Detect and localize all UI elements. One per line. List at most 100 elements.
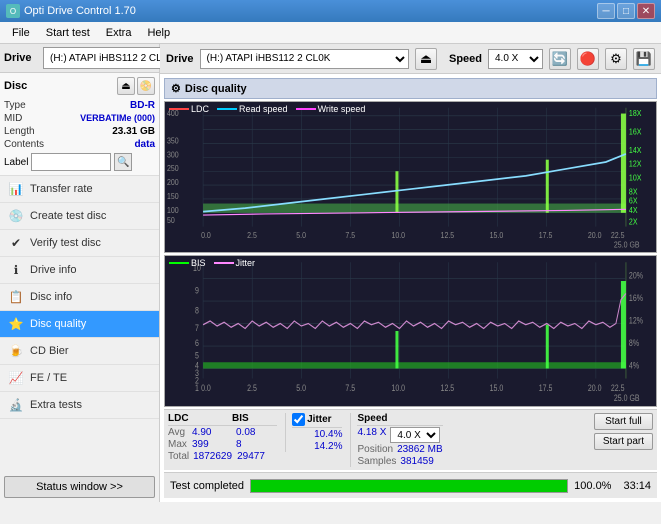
progress-bar xyxy=(250,479,568,493)
start-part-button[interactable]: Start part xyxy=(594,433,653,450)
svg-text:100: 100 xyxy=(167,205,179,215)
svg-text:9: 9 xyxy=(195,286,199,296)
samples-value: 381459 xyxy=(400,456,433,467)
sidebar-label-disc-info: Disc info xyxy=(30,291,72,303)
svg-text:5.0: 5.0 xyxy=(296,383,306,393)
sidebar-label-transfer-rate: Transfer rate xyxy=(30,183,93,195)
svg-text:17.5: 17.5 xyxy=(539,231,553,241)
speed-limit-select[interactable]: 4.0 X xyxy=(390,427,440,443)
menu-extra[interactable]: Extra xyxy=(98,25,140,41)
sidebar-item-disc-quality[interactable]: ⭐ Disc quality xyxy=(0,311,159,338)
svg-text:6: 6 xyxy=(195,338,199,348)
burn-icon[interactable]: 🔴 xyxy=(577,48,599,70)
length-value: 23.31 GB xyxy=(112,126,155,137)
sidebar-menu: 📊 Transfer rate 💿 Create test disc ✔ Ver… xyxy=(0,176,159,472)
svg-text:20.0: 20.0 xyxy=(588,383,602,393)
main-area: Drive (H:) ATAPI iHBS112 2 CL0K ⏏ Speed … xyxy=(160,44,661,502)
disc-info-icon: 📋 xyxy=(8,289,24,305)
sidebar-item-transfer-rate[interactable]: 📊 Transfer rate xyxy=(0,176,159,203)
chart1-legend: LDC Read speed Write speed xyxy=(169,104,365,114)
disc-load-icon[interactable]: 📀 xyxy=(137,77,155,95)
sidebar-label-extra-tests: Extra tests xyxy=(30,399,82,411)
transfer-rate-icon: 📊 xyxy=(8,181,24,197)
eject-button[interactable]: ⏏ xyxy=(415,48,437,70)
sidebar-item-verify-test-disc[interactable]: ✔ Verify test disc xyxy=(0,230,159,257)
jitter-legend: Jitter xyxy=(236,258,256,268)
panel-title: Disc quality xyxy=(185,83,247,95)
svg-text:7: 7 xyxy=(195,323,199,333)
avg-ldc: 4.90 xyxy=(192,427,232,438)
start-full-button[interactable]: Start full xyxy=(594,413,653,430)
verify-test-disc-icon: ✔ xyxy=(8,235,24,251)
stats-speed: Speed 4.18 X 4.0 X Position 23862 MB Sam… xyxy=(350,413,442,467)
svg-text:4X: 4X xyxy=(629,205,638,215)
extra-tests-icon: 🔬 xyxy=(8,397,24,413)
avg-label: Avg xyxy=(168,427,188,438)
maximize-button[interactable]: □ xyxy=(617,3,635,19)
menu-help[interactable]: Help xyxy=(139,25,178,41)
quality-panel: ⚙ Disc quality LDC Read speed xyxy=(160,74,661,502)
speed-refresh-icon[interactable]: 🔄 xyxy=(549,48,571,70)
type-label: Type xyxy=(4,100,26,111)
sidebar-item-disc-info[interactable]: 📋 Disc info xyxy=(0,284,159,311)
label-browse-button[interactable]: 🔍 xyxy=(114,153,132,171)
sidebar-label-disc-quality: Disc quality xyxy=(30,318,86,330)
menu-file[interactable]: File xyxy=(4,25,38,41)
minimize-button[interactable]: ─ xyxy=(597,3,615,19)
avg-speed: 4.18 X xyxy=(357,427,386,443)
menu-bar: File Start test Extra Help xyxy=(0,22,661,44)
svg-text:4%: 4% xyxy=(629,361,639,371)
max-label2 xyxy=(292,441,312,452)
sidebar-item-fe-te[interactable]: 📈 FE / TE xyxy=(0,365,159,392)
status-window-button[interactable]: Status window >> xyxy=(4,476,155,498)
write-speed-legend: Write speed xyxy=(318,104,366,114)
svg-text:18X: 18X xyxy=(629,108,641,118)
sidebar-item-cd-bier[interactable]: 🍺 CD Bier xyxy=(0,338,159,365)
title-bar-text: Opti Drive Control 1.70 xyxy=(24,5,136,17)
svg-text:25.0 GB: 25.0 GB xyxy=(614,393,640,403)
status-text: Test completed xyxy=(170,480,244,492)
avg-jitter: 10.4% xyxy=(314,429,342,440)
sidebar-item-drive-info[interactable]: ℹ Drive info xyxy=(0,257,159,284)
sidebar-item-create-test-disc[interactable]: 💿 Create test disc xyxy=(0,203,159,230)
speed-select[interactable]: 4.0 X xyxy=(488,49,543,69)
total-label: Total xyxy=(168,451,189,462)
chart2-svg: 10 9 8 7 6 5 4 3 2 1 20% 16% 12% xyxy=(165,256,656,406)
bis-legend: BIS xyxy=(191,258,206,268)
label-input[interactable] xyxy=(31,153,111,171)
svg-text:8X: 8X xyxy=(629,187,638,197)
svg-text:2X: 2X xyxy=(629,217,638,227)
save-icon[interactable]: 💾 xyxy=(633,48,655,70)
sidebar-item-extra-tests[interactable]: 🔬 Extra tests xyxy=(0,392,159,419)
svg-text:7.5: 7.5 xyxy=(345,383,355,393)
app-icon: O xyxy=(6,4,20,18)
svg-text:150: 150 xyxy=(167,191,179,201)
samples-label: Samples xyxy=(357,456,396,467)
drive-label: Drive xyxy=(4,52,39,64)
close-button[interactable]: ✕ xyxy=(637,3,655,19)
svg-text:2.5: 2.5 xyxy=(247,231,257,241)
svg-text:250: 250 xyxy=(167,164,179,174)
total-bis: 29477 xyxy=(237,451,277,462)
speed-label: Speed xyxy=(449,53,482,65)
charts-area: LDC Read speed Write speed xyxy=(164,101,657,407)
progress-bar-fill xyxy=(251,480,567,492)
disc-title: Disc xyxy=(4,80,27,92)
avg-bis: 0.08 xyxy=(236,427,276,438)
disc-eject-icon[interactable]: ⏏ xyxy=(117,77,135,95)
length-label: Length xyxy=(4,126,35,137)
svg-text:0.0: 0.0 xyxy=(201,231,211,241)
speed-col-header: Speed xyxy=(357,413,387,424)
action-buttons: Start full Start part xyxy=(594,413,653,450)
svg-text:12%: 12% xyxy=(629,316,643,326)
max-label: Max xyxy=(168,439,188,450)
toolbar-drive-select[interactable]: (H:) ATAPI iHBS112 2 CL0K xyxy=(200,49,409,69)
svg-text:22.5: 22.5 xyxy=(611,383,625,393)
jitter-checkbox[interactable] xyxy=(292,413,305,426)
title-bar: O Opti Drive Control 1.70 ─ □ ✕ xyxy=(0,0,661,22)
settings-icon[interactable]: ⚙ xyxy=(605,48,627,70)
svg-text:15.0: 15.0 xyxy=(490,383,504,393)
sidebar-label-verify-test-disc: Verify test disc xyxy=(30,237,101,249)
svg-text:10.0: 10.0 xyxy=(391,231,405,241)
menu-start-test[interactable]: Start test xyxy=(38,25,98,41)
